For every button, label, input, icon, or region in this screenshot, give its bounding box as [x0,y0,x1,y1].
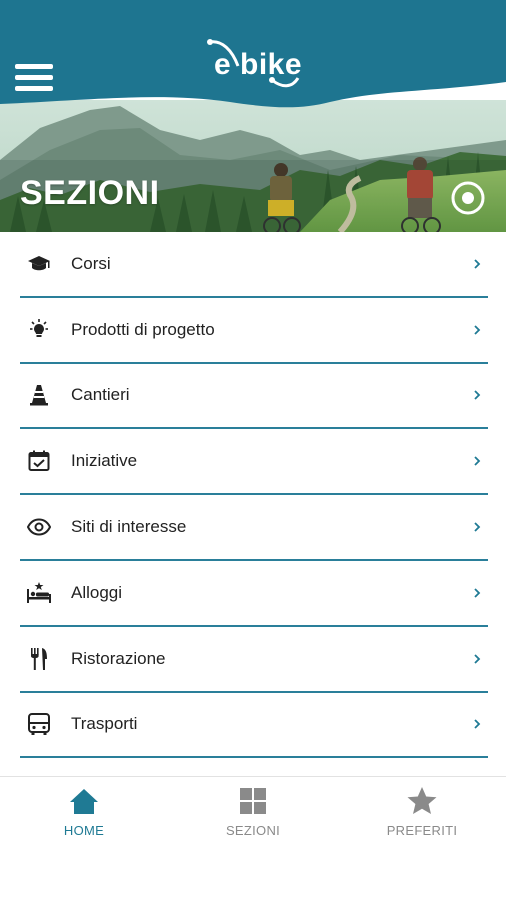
traffic-cone-icon [26,382,52,408]
calendar-check-icon [26,448,52,474]
list-item-alloggi[interactable]: Alloggi [20,561,488,627]
menu-icon[interactable] [15,64,53,92]
lightbulb-icon [26,317,52,343]
target-circle-icon[interactable] [450,180,486,216]
chevron-right-icon [474,522,481,532]
grid-icon [240,788,266,814]
list-item-label: Trasporti [71,714,138,734]
list-item-iniziative[interactable]: Iniziative [20,429,488,496]
sections-list: Corsi Prodotti di progetto Cantieri Iniz… [20,232,488,759]
app-header-area: e bike SEZIONI [0,0,506,232]
chevron-right-icon [474,390,481,401]
list-item-label: Cantieri [71,385,130,405]
chevron-right-icon [474,456,481,466]
list-item-label: Iniziative [71,451,138,471]
list-item-corsi[interactable]: Corsi [20,232,488,298]
tab-label: HOME [63,823,105,838]
tab-home[interactable]: HOME [0,777,168,857]
list-item-siti[interactable]: Siti di interesse [20,495,488,561]
tab-label: PREFERITI [386,823,458,838]
list-item-trasporti[interactable]: Trasporti [20,693,488,759]
chevron-right-icon [474,325,481,335]
graduation-cap-icon [26,251,52,277]
chevron-right-icon [474,654,481,664]
tab-preferiti[interactable]: PREFERITI [338,777,506,857]
ebike-logo: e bike [202,36,306,92]
logo-text: e bike [214,48,303,81]
eye-icon [26,514,52,540]
list-item-label: Prodotti di progetto [71,319,215,339]
bottom-navigation: HOME SEZIONI PREFERITI [0,776,506,900]
star-icon [407,787,437,814]
list-item-label: Alloggi [71,582,123,602]
list-item-prodotti[interactable]: Prodotti di progetto [20,298,488,364]
chevron-right-icon [474,719,481,730]
tab-label: SEZIONI [225,823,281,838]
list-item-cantieri[interactable]: Cantieri [20,364,488,430]
chevron-right-icon [474,259,481,269]
list-item-label: Ristorazione [71,648,166,668]
fork-knife-icon [26,646,52,672]
chevron-right-icon [474,588,481,598]
page-title: SEZIONI [20,174,160,212]
bus-icon [26,711,52,737]
list-item-label: Siti di interesse [71,517,187,537]
tab-sezioni[interactable]: SEZIONI [169,777,337,857]
hotel-bed-icon [26,580,52,606]
list-item-ristorazione[interactable]: Ristorazione [20,627,488,693]
top-bar: e bike [0,0,506,120]
list-item-label: Corsi [71,253,111,273]
home-icon [70,789,98,814]
